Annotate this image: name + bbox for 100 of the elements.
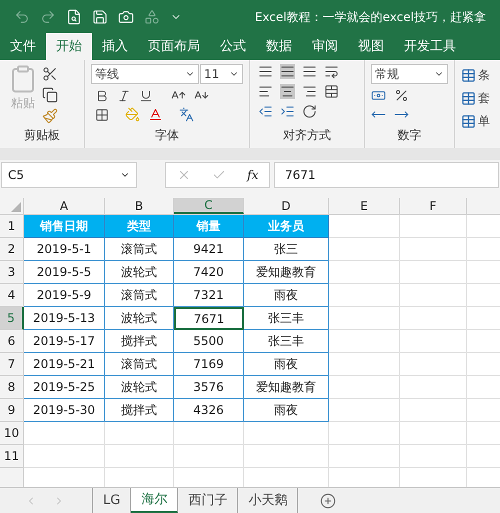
row-header[interactable]: 1 — [0, 215, 24, 238]
table-cell: 2019-5-25 — [24, 376, 105, 399]
row-header[interactable]: 3 — [0, 261, 24, 284]
empty-cell — [400, 445, 467, 468]
table-cell: 7671 — [174, 307, 244, 330]
print-preview-icon[interactable] — [66, 8, 82, 24]
column-header[interactable]: F — [400, 198, 467, 214]
style-button[interactable]: 套 — [478, 89, 490, 107]
row-header[interactable]: 11 — [0, 445, 24, 468]
style-button[interactable]: 条 — [478, 66, 490, 84]
sheet-tab[interactable]: 西门子 — [178, 488, 238, 513]
fill-color-icon[interactable] — [125, 107, 140, 122]
ribbon-tab[interactable]: 文件 — [0, 33, 46, 60]
ribbon-tab[interactable]: 审阅 — [302, 33, 348, 60]
ribbon-tab[interactable]: 数据 — [256, 33, 302, 60]
align-bottom-icon[interactable] — [302, 64, 317, 79]
percent-icon[interactable] — [394, 88, 409, 103]
sheet-tab[interactable]: 小天鹅 — [238, 488, 298, 513]
table-cell: 7420 — [174, 261, 244, 284]
underline-icon[interactable] — [139, 88, 153, 102]
ribbon-tab[interactable]: 页面布局 — [138, 33, 210, 60]
table-cell: 2019-5-9 — [24, 284, 105, 307]
number-format-field[interactable]: 常规 — [371, 64, 448, 84]
table-style-icon[interactable] — [461, 114, 476, 128]
row-header[interactable]: 10 — [0, 422, 24, 445]
column-header[interactable]: A — [24, 198, 105, 214]
ribbon-tab[interactable]: 开发工具 — [394, 33, 466, 60]
indent-increase-icon[interactable] — [280, 104, 295, 119]
table-cell: 3576 — [174, 376, 244, 399]
align-center-icon[interactable] — [280, 84, 295, 99]
group-label: 剪贴板 — [24, 127, 60, 144]
table-cell: 2019-5-17 — [24, 330, 105, 353]
name-box[interactable]: C5 — [1, 162, 137, 188]
empty-cell — [400, 399, 467, 422]
formula-field[interactable]: 7671 — [274, 162, 499, 188]
table-style-icon[interactable] — [461, 90, 476, 106]
empty-cell — [329, 284, 400, 307]
column-heading-cell: 类型 — [105, 215, 174, 238]
table-cell: 滚筒式 — [105, 284, 174, 307]
empty-cell — [400, 284, 467, 307]
save-icon[interactable] — [92, 8, 108, 24]
row-header[interactable]: 8 — [0, 376, 24, 399]
ribbon-tab[interactable]: 公式 — [210, 33, 256, 60]
table-cell: 雨夜 — [244, 399, 329, 422]
row-header[interactable]: 4 — [0, 284, 24, 307]
scissors-icon[interactable] — [42, 66, 58, 82]
font-color-icon[interactable] — [148, 107, 163, 122]
align-left-icon[interactable] — [258, 84, 273, 99]
italic-icon[interactable] — [117, 88, 131, 102]
ribbon-tab[interactable]: 开始 — [46, 33, 92, 60]
empty-cell — [400, 261, 467, 284]
paintbrush-icon[interactable] — [42, 108, 58, 124]
ribbon-tab[interactable]: 插入 — [92, 33, 138, 60]
align-top-icon[interactable] — [258, 64, 273, 79]
column-header[interactable]: D — [244, 198, 329, 214]
table-cell: 4326 — [174, 399, 244, 422]
column-header[interactable]: C — [174, 198, 244, 214]
indent-decrease-icon[interactable] — [258, 104, 273, 119]
table-cell: 2019-5-13 — [24, 307, 105, 330]
merge-cells-icon[interactable] — [324, 84, 339, 99]
bold-icon[interactable] — [95, 88, 109, 102]
window-title: Excel教程：一学就会的excel技巧，赶紧拿 — [254, 8, 486, 26]
empty-cell — [105, 445, 174, 468]
row-header[interactable]: 7 — [0, 353, 24, 376]
sheet-tab[interactable]: 海尔 — [131, 488, 178, 513]
add-sheet-icon[interactable] — [320, 492, 336, 508]
align-middle-icon[interactable] — [280, 64, 295, 79]
table-cell: 滚筒式 — [105, 238, 174, 261]
table-cell: 波轮式 — [105, 376, 174, 399]
font-size-field[interactable]: 11 — [200, 64, 243, 84]
table-cell: 7169 — [174, 353, 244, 376]
row-header[interactable]: 5 — [0, 307, 24, 330]
empty-cell — [329, 330, 400, 353]
border-icon[interactable] — [95, 108, 109, 122]
row-header[interactable]: 6 — [0, 330, 24, 353]
table-cell: 搅拌式 — [105, 330, 174, 353]
empty-cell — [400, 353, 467, 376]
copy-icon[interactable] — [42, 87, 58, 103]
row-header[interactable]: 2 — [0, 238, 24, 261]
ribbon-tab[interactable]: 视图 — [348, 33, 394, 60]
table-cell: 爱知趣教育 — [244, 261, 329, 284]
row-header[interactable]: 9 — [0, 399, 24, 422]
table-cell: 2019-5-21 — [24, 353, 105, 376]
column-heading-cell: 销售日期 — [24, 215, 105, 238]
empty-cell — [329, 353, 400, 376]
phonetic-icon[interactable] — [179, 107, 194, 122]
column-heading-cell: 销量 — [174, 215, 244, 238]
align-right-icon[interactable] — [302, 84, 317, 99]
style-button[interactable]: 单 — [478, 112, 490, 130]
empty-cell — [400, 307, 467, 330]
rotate-icon[interactable] — [302, 104, 317, 119]
table-style-icon[interactable] — [461, 68, 476, 82]
table-cell: 滚筒式 — [105, 353, 174, 376]
font-name-field[interactable]: 等线 — [91, 64, 199, 84]
column-header[interactable]: E — [329, 198, 400, 214]
camera-icon[interactable] — [118, 8, 134, 24]
empty-cell — [329, 399, 400, 422]
table-cell: 搅拌式 — [105, 399, 174, 422]
wrap-text-icon[interactable] — [324, 64, 339, 79]
function-button[interactable]: fx — [247, 166, 258, 184]
